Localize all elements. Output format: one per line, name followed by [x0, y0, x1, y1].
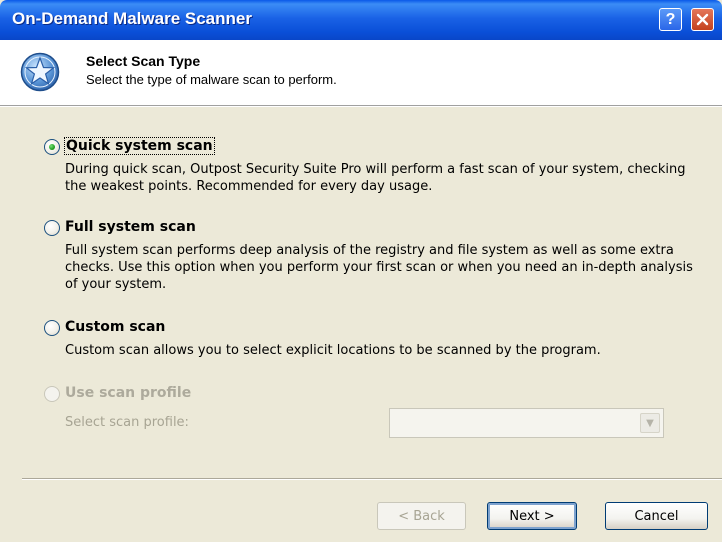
- close-button[interactable]: [691, 8, 714, 31]
- custom-scan-radio[interactable]: [44, 320, 60, 336]
- help-button[interactable]: ?: [659, 8, 682, 31]
- next-button[interactable]: Next >: [487, 502, 577, 530]
- quick-scan-description: During quick scan, Outpost Security Suit…: [65, 162, 686, 194]
- scan-profile-label[interactable]: Use scan profile: [65, 385, 191, 401]
- header-divider-highlight: [0, 106, 722, 107]
- star-icon: [20, 52, 60, 92]
- custom-scan-description: Custom scan allows you to select explici…: [65, 343, 601, 358]
- full-scan-description: Full system scan performs deep analysis …: [65, 243, 693, 292]
- back-button-label: < Back: [398, 508, 445, 524]
- scan-profile-radio[interactable]: [44, 386, 60, 402]
- quick-scan-label[interactable]: Quick system scan: [64, 137, 215, 155]
- back-button[interactable]: < Back: [377, 502, 466, 530]
- quick-scan-radio[interactable]: [44, 139, 60, 155]
- close-icon: [696, 13, 709, 26]
- footer-divider-highlight: [22, 479, 722, 480]
- window-title: On-Demand Malware Scanner: [12, 9, 252, 28]
- header-title: Select Scan Type: [86, 53, 201, 69]
- full-scan-label[interactable]: Full system scan: [65, 219, 196, 235]
- chevron-down-icon[interactable]: ▼: [640, 413, 660, 433]
- full-scan-radio[interactable]: [44, 220, 60, 236]
- wizard-header: Select Scan Type Select the type of malw…: [0, 40, 722, 106]
- scan-profile-select-label: Select scan profile:: [65, 415, 189, 430]
- help-icon: ?: [665, 10, 676, 28]
- cancel-button-label: Cancel: [634, 508, 679, 524]
- cancel-button[interactable]: Cancel: [605, 502, 708, 530]
- header-subtitle: Select the type of malware scan to perfo…: [86, 72, 337, 87]
- next-button-label: Next >: [509, 508, 555, 524]
- dialog-window: On-Demand Malware Scanner ? Select Scan …: [0, 0, 722, 542]
- custom-scan-label[interactable]: Custom scan: [65, 319, 165, 335]
- title-bar[interactable]: On-Demand Malware Scanner ?: [0, 0, 722, 40]
- scan-profile-dropdown[interactable]: ▼: [389, 408, 664, 438]
